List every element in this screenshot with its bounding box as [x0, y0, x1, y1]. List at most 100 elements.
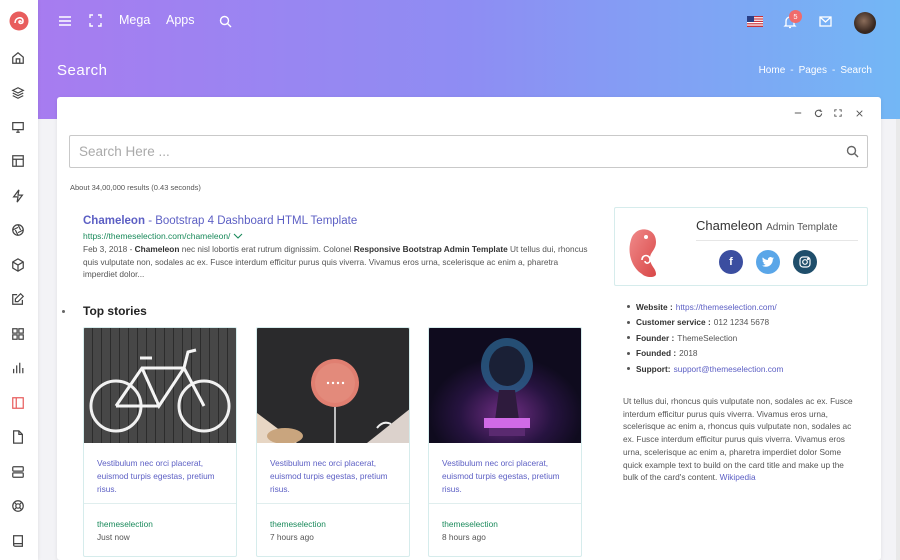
snippet-text: nec nisl lobortis erat rutrum dignissim.…: [179, 244, 354, 254]
story-image-speaker[interactable]: [257, 328, 410, 444]
story-image-bicycle[interactable]: [84, 328, 237, 443]
monitor-icon[interactable]: [9, 118, 27, 136]
page-title: Search: [57, 62, 108, 79]
fact-value: 2018: [679, 348, 698, 359]
breadcrumb: Home - Pages - Search: [759, 65, 872, 76]
snippet-bold: Chameleon: [134, 244, 180, 254]
result-title-bold: Chameleon: [83, 215, 145, 227]
story-source[interactable]: themeselection: [97, 519, 153, 529]
nav-mega[interactable]: Mega: [119, 13, 150, 27]
fact-value-link[interactable]: support@themeselection.com: [674, 364, 784, 374]
fact-website: Website : https://themeselection.com/: [627, 299, 783, 315]
menu-icon[interactable]: [58, 14, 72, 28]
fact-label: Customer service :: [636, 317, 711, 328]
story-card[interactable]: Vestibulum nec orci placerat, euismod tu…: [256, 327, 410, 557]
expand-icon[interactable]: [832, 107, 844, 119]
avatar[interactable]: [854, 12, 876, 34]
divider: [429, 503, 581, 504]
minimize-icon[interactable]: [792, 107, 804, 119]
result-count: About 34,00,000 results (0.43 seconds): [70, 183, 201, 192]
zap-icon[interactable]: [9, 187, 27, 205]
fact-value: 012 1234 5678: [713, 317, 770, 328]
story-card[interactable]: Vestibulum nec orci placerat, euismod tu…: [83, 327, 237, 557]
grid-icon[interactable]: [9, 325, 27, 343]
home-icon[interactable]: [9, 49, 27, 67]
bar-chart-icon[interactable]: [9, 359, 27, 377]
story-image-gramophone[interactable]: [429, 328, 582, 443]
chameleon-logo-icon[interactable]: [9, 11, 29, 31]
list-bullet: [62, 310, 65, 313]
story-link[interactable]: Vestibulum nec orci placerat, euismod tu…: [270, 457, 400, 496]
breadcrumb-separator: -: [831, 65, 836, 76]
fact-label: Founded :: [636, 348, 677, 359]
search-button-icon[interactable]: [846, 145, 859, 158]
layout-icon[interactable]: [9, 152, 27, 170]
mail-icon[interactable]: [819, 16, 832, 27]
reload-icon[interactable]: [812, 107, 824, 119]
divider: [84, 503, 236, 504]
file-icon[interactable]: [9, 428, 27, 446]
result-url-text: https://themeselection.com/chameleon/: [83, 231, 231, 241]
twitter-icon[interactable]: [756, 250, 780, 274]
story-source[interactable]: themeselection: [270, 519, 326, 529]
snippet-date: Feb 3, 2018 -: [83, 244, 135, 254]
flag-us-icon[interactable]: [747, 16, 763, 27]
breadcrumb-separator: -: [790, 65, 794, 76]
top-stories-heading: Top stories: [83, 304, 147, 318]
search-bar: [69, 135, 868, 168]
chameleon-logo-icon: [629, 229, 656, 277]
scrollbar[interactable]: [896, 119, 900, 560]
kp-description-text: Ut tellus dui, rhoncus quis vulputate no…: [623, 396, 853, 483]
fact-label: Website :: [636, 301, 673, 312]
story-card[interactable]: Vestibulum nec orci placerat, euismod tu…: [428, 327, 582, 557]
notification-badge: 5: [789, 10, 802, 23]
result-snippet: Feb 3, 2018 - Chameleon nec nisl loborti…: [83, 243, 588, 281]
fact-support: Support: support@themeselection.com: [627, 361, 783, 377]
close-icon[interactable]: [853, 107, 865, 119]
fact-founded: Founded :2018: [627, 346, 783, 362]
kp-name: Chameleon: [696, 218, 763, 233]
story-time: 7 hours ago: [270, 532, 314, 542]
divider: [696, 240, 858, 241]
story-link[interactable]: Vestibulum nec orci placerat, euismod tu…: [442, 457, 572, 496]
kp-title: Chameleon Admin Template: [696, 218, 838, 233]
chevron-down-icon[interactable]: [233, 233, 243, 239]
breadcrumb-search: Search: [840, 65, 872, 76]
nav-apps[interactable]: Apps: [166, 13, 195, 27]
result-url[interactable]: https://themeselection.com/chameleon/: [83, 231, 243, 241]
fact-founder: Founder : ThemeSelection: [627, 330, 783, 346]
divider: [257, 503, 409, 504]
aperture-icon[interactable]: [9, 221, 27, 239]
fact-value: ThemeSelection: [677, 332, 738, 343]
fact-value-link[interactable]: https://themeselection.com/: [676, 302, 777, 312]
search-input[interactable]: [70, 136, 830, 167]
result-title-link[interactable]: Chameleon - Bootstrap 4 Dashboard HTML T…: [83, 215, 357, 227]
book-icon[interactable]: [9, 532, 27, 550]
breadcrumb-home[interactable]: Home: [759, 65, 786, 76]
search-icon[interactable]: [219, 15, 232, 28]
breadcrumb-pages[interactable]: Pages: [799, 65, 827, 76]
story-time: 8 hours ago: [442, 532, 486, 542]
layers-icon[interactable]: [9, 84, 27, 102]
fact-customer-service: Customer service :012 1234 5678: [627, 315, 783, 331]
fact-label: Support:: [636, 363, 671, 374]
snippet-bold: Responsive Bootstrap Admin Template: [353, 244, 508, 254]
kp-description: Ut tellus dui, rhoncus quis vulputate no…: [623, 395, 860, 484]
fact-label: Founder :: [636, 332, 675, 343]
sidebar: [0, 0, 38, 560]
server-icon[interactable]: [9, 463, 27, 481]
wikipedia-link[interactable]: Wikipedia: [720, 472, 756, 482]
box-icon[interactable]: [9, 256, 27, 274]
book-open-icon[interactable]: [9, 394, 27, 412]
instagram-icon[interactable]: [793, 250, 817, 274]
kp-facts: Website : https://themeselection.com/ Cus…: [627, 299, 783, 377]
edit-icon[interactable]: [9, 290, 27, 308]
search-card: About 34,00,000 results (0.43 seconds) C…: [57, 97, 881, 560]
story-time: Just now: [97, 532, 130, 542]
story-source[interactable]: themeselection: [442, 519, 498, 529]
story-link[interactable]: Vestibulum nec orci placerat, euismod tu…: [97, 457, 227, 496]
result-title-text: - Bootstrap 4 Dashboard HTML Template: [145, 215, 358, 227]
facebook-icon[interactable]: f: [719, 250, 743, 274]
fullscreen-icon[interactable]: [89, 14, 102, 27]
life-buoy-icon[interactable]: [9, 497, 27, 515]
